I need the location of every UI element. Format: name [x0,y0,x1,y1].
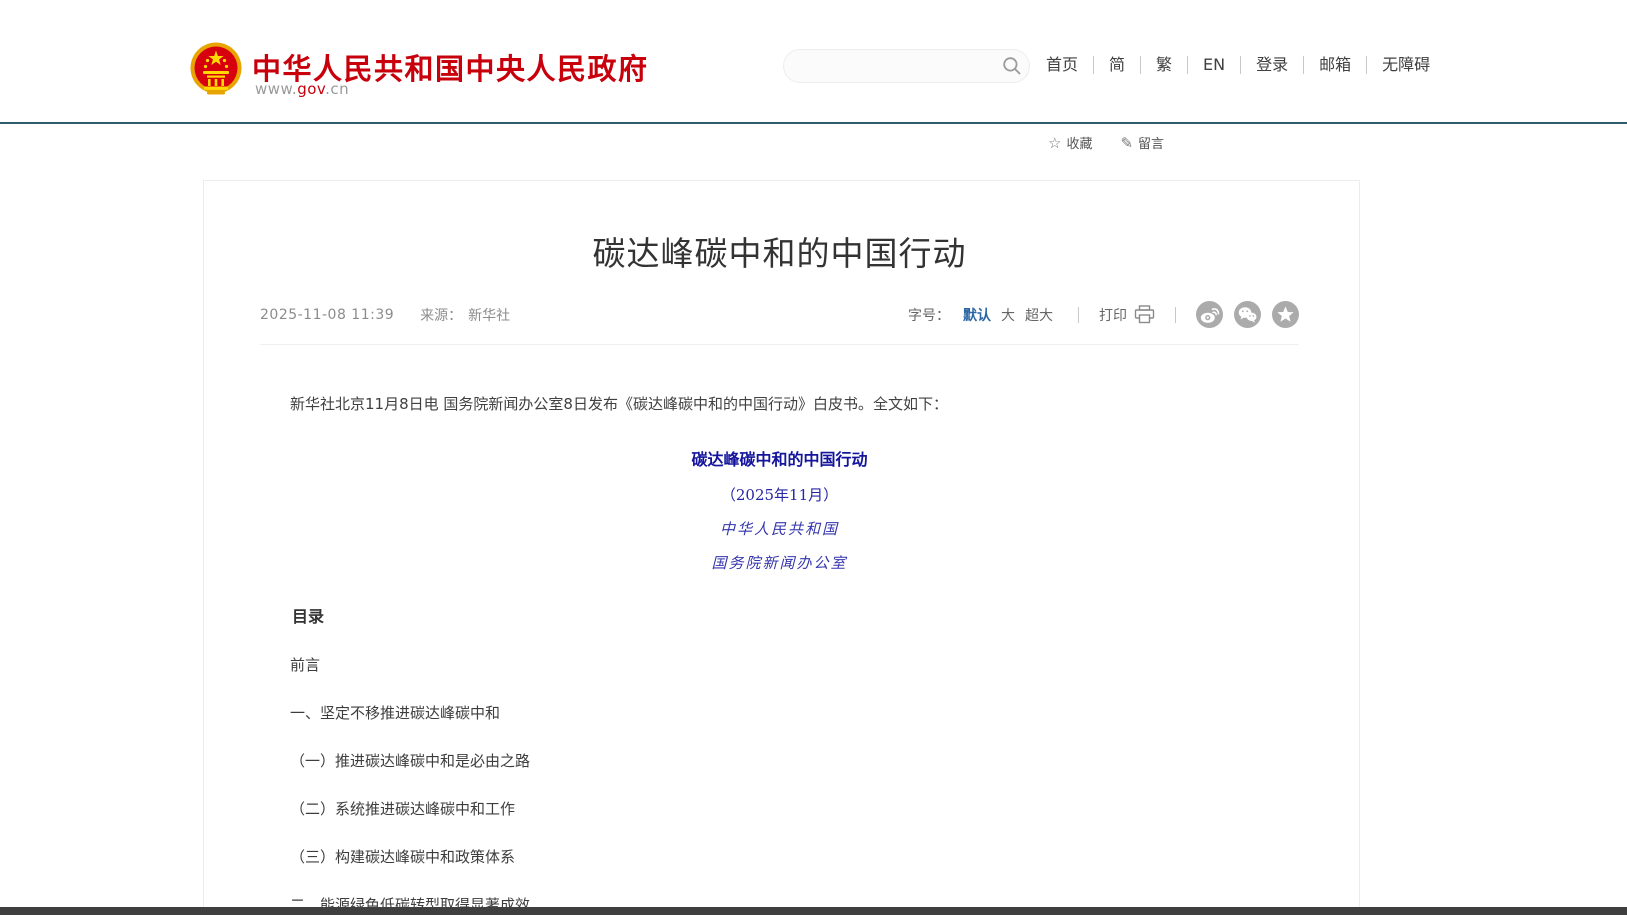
document-date: （2025年11月） [260,484,1299,505]
favorite-label: 收藏 [1066,133,1092,152]
share-wechat-button[interactable] [1234,301,1261,328]
page-title: 碳达峰碳中和的中国行动 [260,227,1299,275]
document-org-line2: 国务院新闻办公室 [260,552,1299,573]
search-box [783,49,1030,83]
site-header: 中华人民共和国中央人民政府 www.gov.cn 首页简繁EN登录邮箱无障碍 [0,0,1627,122]
wechat-icon [1234,301,1261,328]
printer-icon [1134,305,1155,324]
page: 中华人民共和国中央人民政府 www.gov.cn 首页简繁EN登录邮箱无障碍 ☆… [0,0,1627,915]
divider [1078,307,1079,323]
message-label: 留言 [1138,133,1164,152]
toc-heading: 目录 [260,603,1299,627]
toc-item: （一）推进碳达峰碳中和是必由之路 [260,750,1299,771]
search-input[interactable] [784,50,995,82]
meta-left: 2025-11-08 11:39 来源： 新华社 [260,305,510,325]
share-group [1196,301,1299,328]
share-star-button[interactable] [1272,301,1299,328]
national-emblem-logo [190,40,242,98]
toc-item: 前言 [260,654,1299,675]
print-label: 打印 [1099,305,1127,325]
quick-actions: ☆ 收藏 ✎ 留言 [1048,133,1164,152]
meta-right: 字号： 默认 大 超大 打印 [908,301,1299,328]
nav-link[interactable]: EN [1187,56,1225,74]
favorite-button[interactable]: ☆ 收藏 [1048,133,1092,152]
source-label: 来源： [420,305,462,325]
publish-date: 2025-11-08 11:39 [260,307,394,323]
nav-link[interactable]: 繁 [1140,56,1172,74]
print-button[interactable]: 打印 [1099,305,1155,325]
source-value[interactable]: 新华社 [468,305,510,325]
font-size-label: 字号： [908,305,950,325]
document-title: 碳达峰碳中和的中国行动 [260,446,1299,470]
pencil-icon: ✎ [1120,134,1133,152]
toc-item: 一、坚定不移推进碳达峰碳中和 [260,702,1299,723]
article-meta-row: 2025-11-08 11:39 来源： 新华社 字号： 默认 大 超大 打印 [260,301,1299,345]
article-container: 碳达峰碳中和的中国行动 2025-11-08 11:39 来源： 新华社 字号：… [203,180,1360,915]
site-url: www.gov.cn [255,80,349,98]
url-www: www. [255,80,297,98]
font-size-xlarge[interactable]: 超大 [1025,305,1053,325]
nav-link[interactable]: 邮箱 [1303,56,1351,74]
header-divider [0,122,1627,124]
star-icon: ☆ [1048,134,1061,152]
document-heading: 碳达峰碳中和的中国行动 （2025年11月） 中华人民共和国 国务院新闻办公室 [260,446,1299,573]
footer-edge [0,907,1627,915]
top-nav: 首页简繁 EN 登录邮箱无障碍 [1046,56,1430,74]
search-icon [1002,56,1022,76]
nav-link[interactable]: 简 [1093,56,1125,74]
nav-link[interactable]: 无障碍 [1366,56,1430,74]
search-button[interactable] [995,49,1029,83]
divider [1175,307,1176,323]
lead-paragraph: 新华社北京11月8日电 国务院新闻办公室8日发布《碳达峰碳中和的中国行动》白皮书… [260,391,1299,418]
document-org-line1: 中华人民共和国 [260,518,1299,539]
nav-link[interactable]: 登录 [1240,56,1288,74]
weibo-icon [1196,301,1223,328]
url-cn: .cn [325,80,349,98]
toc-item: （三）构建碳达峰碳中和政策体系 [260,846,1299,867]
font-size-large[interactable]: 大 [1001,305,1015,325]
toc-list: 前言一、坚定不移推进碳达峰碳中和 （一）推进碳达峰碳中和是必由之路 （二）系统推进碳… [260,654,1299,915]
nav-link[interactable]: 首页 [1046,56,1078,74]
share-weibo-button[interactable] [1196,301,1223,328]
url-gov: gov [297,80,325,98]
toc-item: （二）系统推进碳达峰碳中和工作 [260,798,1299,819]
star-share-icon [1272,301,1299,328]
message-button[interactable]: ✎ 留言 [1120,133,1164,152]
font-size-default[interactable]: 默认 [963,305,991,325]
